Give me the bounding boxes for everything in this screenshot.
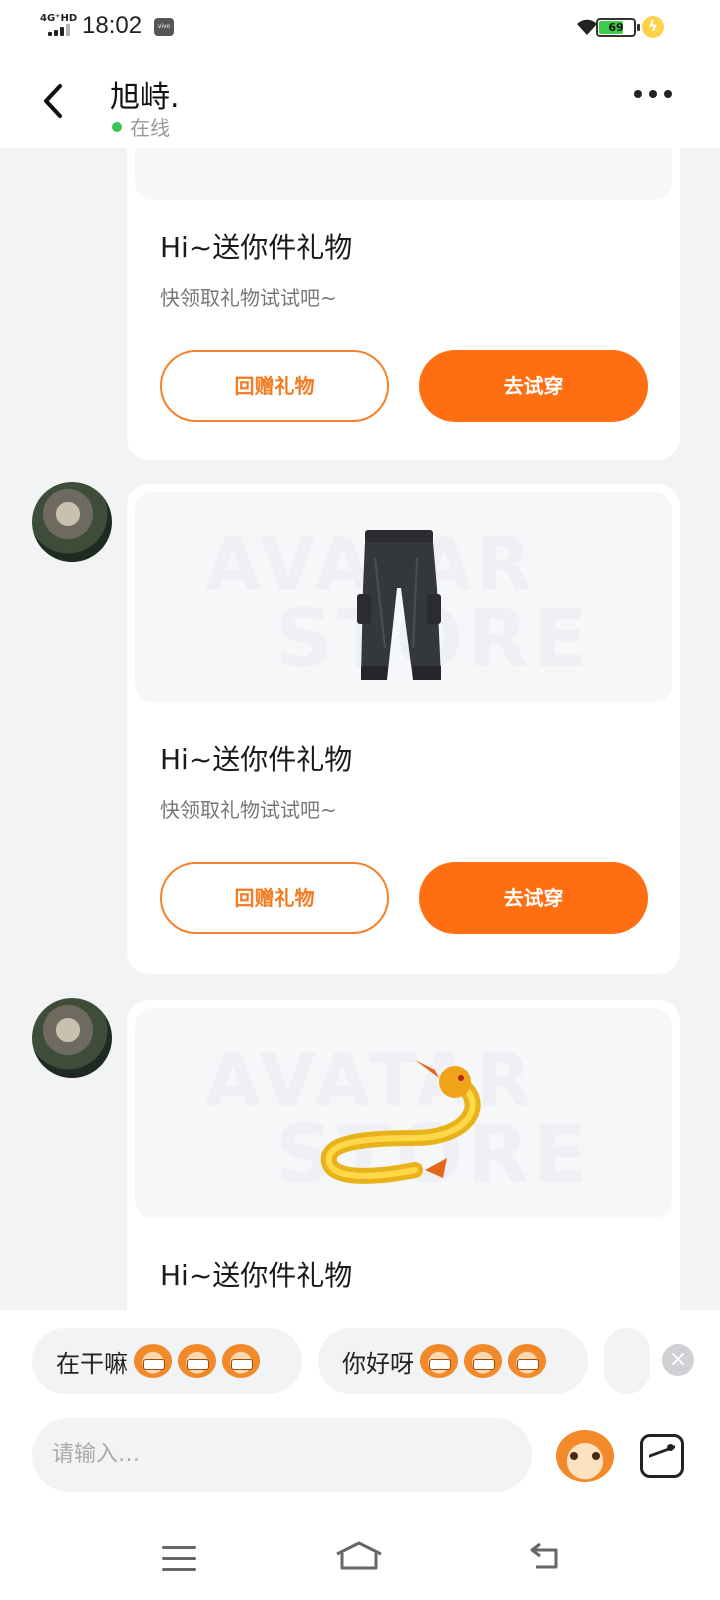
- gift-message-card: AVATAR STORE Hi~送你件礼物: [127, 1000, 680, 1310]
- gift-image-area: [135, 148, 672, 200]
- battery-icon: 69: [596, 18, 640, 37]
- grin-emoji-icon: [178, 1344, 216, 1378]
- try-on-button[interactable]: 去试穿: [419, 862, 648, 934]
- gift-title: Hi~送你件礼物: [160, 1259, 353, 1292]
- golden-dragon-image: [320, 1060, 481, 1184]
- battery-level: 69: [608, 21, 624, 34]
- quick-reply-chip[interactable]: 你好呀: [318, 1328, 588, 1394]
- menu-icon[interactable]: [162, 1546, 196, 1579]
- gift-image-area: AVATAR STORE: [135, 1008, 672, 1218]
- return-gift-button[interactable]: 回赠礼物: [160, 350, 389, 422]
- online-dot-icon: [112, 121, 122, 132]
- quick-reply-text: 在干嘛: [56, 1349, 128, 1378]
- contact-name: 旭峙.: [110, 80, 180, 115]
- avatar[interactable]: [32, 482, 112, 562]
- close-icon[interactable]: ×: [662, 1344, 694, 1376]
- composer-panel: 在干嘛 你好呀 × 请输入…: [0, 1310, 720, 1600]
- network-type: 4G⁺HD: [40, 13, 78, 24]
- message-input[interactable]: 请输入…: [32, 1418, 532, 1492]
- image-picker-icon[interactable]: [640, 1434, 684, 1478]
- gift-message-card: AVATAR STORE Hi~送你件礼物 快领取礼物试试吧~ 回赠礼物 去试穿: [127, 484, 680, 974]
- more-dots-icon[interactable]: [634, 90, 672, 98]
- status-bar: 4G⁺HD 18:02 vivo 69 ϟ: [0, 0, 720, 56]
- carrier-badge: vivo: [154, 18, 174, 36]
- quick-reply-text: 你好呀: [342, 1349, 414, 1378]
- mascot-sticker-icon[interactable]: [556, 1430, 614, 1482]
- presence-label: 在线: [130, 116, 170, 140]
- gift-subtitle: 快领取礼物试试吧~: [160, 286, 337, 310]
- back-nav-icon[interactable]: [530, 1540, 560, 1570]
- home-icon[interactable]: [334, 1540, 384, 1570]
- surprised-emoji-icon: [508, 1344, 546, 1378]
- clock: 18:02: [82, 12, 143, 39]
- try-on-button[interactable]: 去试穿: [419, 350, 648, 422]
- quick-reply-chip-partial[interactable]: [604, 1328, 650, 1394]
- chevron-left-icon[interactable]: [36, 78, 72, 124]
- quick-reply-chip[interactable]: 在干嘛: [32, 1328, 302, 1394]
- system-nav-bar: [0, 1510, 720, 1600]
- gift-image-area: AVATAR STORE: [135, 492, 672, 702]
- gift-title: Hi~送你件礼物: [160, 743, 353, 776]
- grin-emoji-icon: [134, 1344, 172, 1378]
- chat-header: 旭峙. 在线: [0, 56, 720, 148]
- presence-status: 在线: [112, 112, 170, 141]
- avatar[interactable]: [32, 998, 112, 1078]
- gift-title: Hi~送你件礼物: [160, 231, 353, 264]
- surprised-emoji-icon: [420, 1344, 458, 1378]
- signal-icon: [48, 24, 70, 36]
- black-cargo-pants-image: [357, 530, 441, 680]
- return-gift-button[interactable]: 回赠礼物: [160, 862, 389, 934]
- message-list[interactable]: Hi~送你件礼物 快领取礼物试试吧~ 回赠礼物 去试穿 AVATAR STORE…: [0, 148, 720, 1310]
- gift-message-card: Hi~送你件礼物 快领取礼物试试吧~ 回赠礼物 去试穿: [127, 148, 680, 460]
- surprised-emoji-icon: [464, 1344, 502, 1378]
- gift-subtitle: 快领取礼物试试吧~: [160, 798, 337, 822]
- grin-emoji-icon: [222, 1344, 260, 1378]
- charging-icon: ϟ: [642, 16, 664, 38]
